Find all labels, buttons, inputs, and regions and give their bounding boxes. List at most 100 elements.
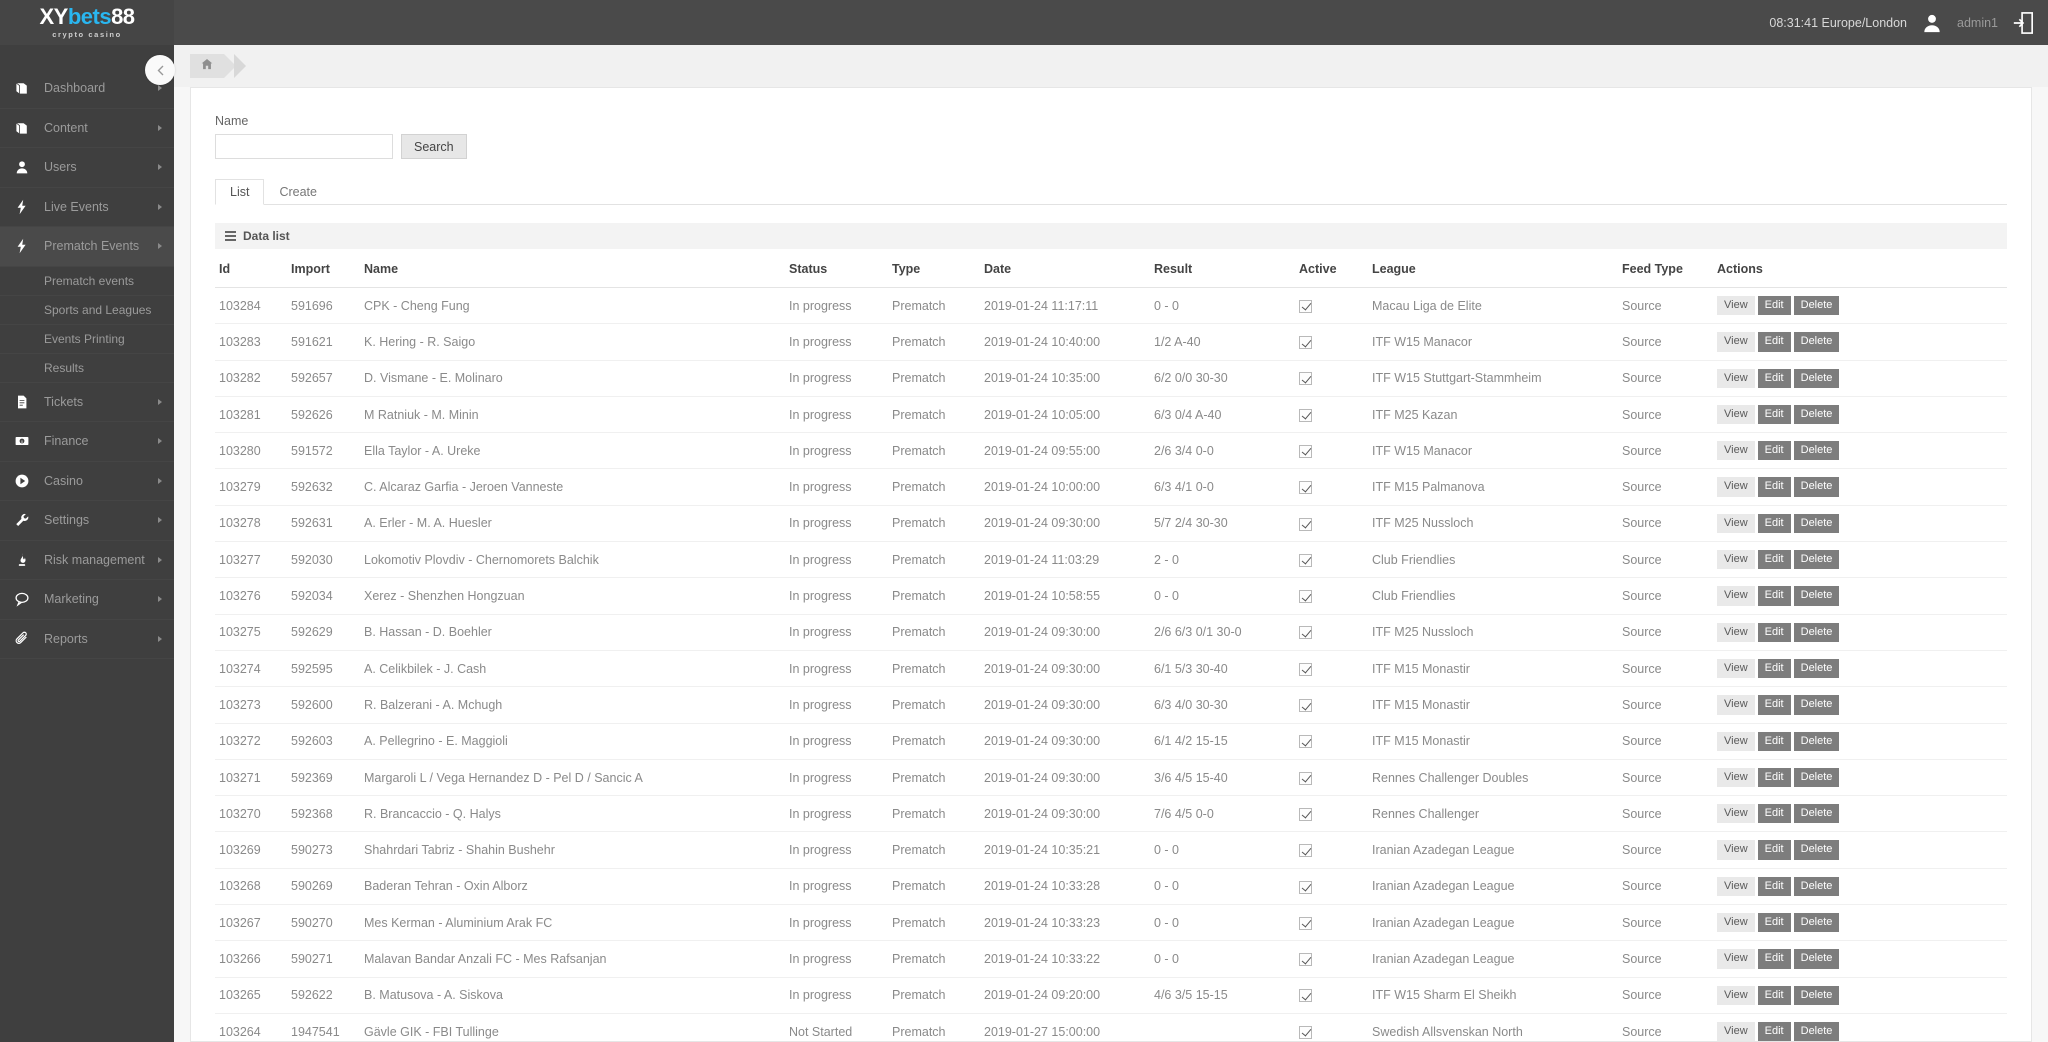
sidebar-item-finance[interactable]: 0 Finance (0, 422, 174, 462)
view-button[interactable]: View (1717, 622, 1755, 642)
view-button[interactable]: View (1717, 441, 1755, 461)
logout-icon[interactable] (2012, 11, 2034, 35)
view-button[interactable]: View (1717, 477, 1755, 497)
delete-button[interactable]: Delete (1793, 804, 1840, 824)
sidebar-subitem-results[interactable]: Results (0, 354, 174, 383)
tab-create[interactable]: Create (264, 179, 332, 205)
active-checkbox[interactable] (1299, 408, 1312, 422)
delete-button[interactable]: Delete (1793, 913, 1840, 933)
active-checkbox[interactable] (1299, 517, 1312, 531)
delete-button[interactable]: Delete (1793, 513, 1840, 534)
active-checkbox[interactable] (1299, 662, 1312, 676)
view-button[interactable]: View (1717, 404, 1755, 425)
delete-button[interactable]: Delete (1793, 586, 1840, 606)
sidebar-subitem-prematch-events[interactable]: Prematch events (0, 267, 174, 296)
delete-button[interactable]: Delete (1793, 695, 1840, 715)
sidebar-item-reports[interactable]: Reports (0, 620, 174, 659)
sidebar-item-casino[interactable]: Casino (0, 462, 174, 501)
view-button[interactable]: View (1717, 1021, 1755, 1042)
active-checkbox[interactable] (1299, 844, 1312, 858)
view-button[interactable]: View (1717, 332, 1755, 352)
delete-button[interactable]: Delete (1793, 658, 1840, 679)
active-checkbox[interactable] (1299, 481, 1312, 495)
active-checkbox[interactable] (1299, 444, 1312, 458)
edit-button[interactable]: Edit (1757, 767, 1791, 788)
edit-button[interactable]: Edit (1757, 731, 1791, 751)
sidebar-item-marketing[interactable]: Marketing (0, 580, 174, 620)
active-checkbox[interactable] (1299, 336, 1312, 350)
edit-button[interactable]: Edit (1757, 840, 1791, 860)
edit-button[interactable]: Edit (1757, 296, 1791, 316)
sidebar-item-prematch-events[interactable]: Prematch Events (0, 227, 174, 267)
view-button[interactable]: View (1717, 658, 1755, 679)
view-button[interactable]: View (1717, 586, 1755, 606)
active-checkbox[interactable] (1299, 699, 1312, 713)
edit-button[interactable]: Edit (1757, 586, 1791, 606)
active-checkbox[interactable] (1299, 916, 1312, 930)
active-checkbox[interactable] (1299, 771, 1312, 785)
delete-button[interactable]: Delete (1793, 550, 1840, 570)
sidebar-item-risk-management[interactable]: Risk management (0, 541, 174, 580)
delete-button[interactable]: Delete (1793, 876, 1840, 897)
edit-button[interactable]: Edit (1757, 441, 1791, 461)
view-button[interactable]: View (1717, 695, 1755, 715)
sidebar-item-users[interactable]: Users (0, 148, 174, 188)
active-checkbox[interactable] (1299, 880, 1312, 894)
sidebar-item-tickets[interactable]: Tickets (0, 383, 174, 422)
active-checkbox[interactable] (1299, 807, 1312, 821)
view-button[interactable]: View (1717, 368, 1755, 388)
delete-button[interactable]: Delete (1793, 441, 1840, 461)
active-checkbox[interactable] (1299, 553, 1312, 567)
view-button[interactable]: View (1717, 949, 1755, 969)
active-checkbox[interactable] (1299, 989, 1312, 1003)
tab-list[interactable]: List (215, 179, 265, 205)
delete-button[interactable]: Delete (1793, 1021, 1840, 1042)
delete-button[interactable]: Delete (1793, 368, 1840, 388)
view-button[interactable]: View (1717, 985, 1755, 1005)
search-button[interactable]: Search (401, 134, 467, 159)
sidebar-item-content[interactable]: Content (0, 109, 174, 148)
active-checkbox[interactable] (1299, 735, 1312, 749)
view-button[interactable]: View (1717, 913, 1755, 933)
edit-button[interactable]: Edit (1757, 695, 1791, 715)
view-button[interactable]: View (1717, 731, 1755, 751)
view-button[interactable]: View (1717, 767, 1755, 788)
sidebar-item-settings[interactable]: Settings (0, 501, 174, 541)
sidebar-collapse-toggle[interactable] (145, 55, 175, 85)
edit-button[interactable]: Edit (1757, 804, 1791, 824)
view-button[interactable]: View (1717, 804, 1755, 824)
name-search-input[interactable] (215, 134, 393, 159)
sidebar-subitem-events-printing[interactable]: Events Printing (0, 325, 174, 354)
active-checkbox[interactable] (1299, 1025, 1312, 1039)
edit-button[interactable]: Edit (1757, 404, 1791, 425)
delete-button[interactable]: Delete (1793, 767, 1840, 788)
active-checkbox[interactable] (1299, 299, 1312, 313)
view-button[interactable]: View (1717, 296, 1755, 316)
active-checkbox[interactable] (1299, 372, 1312, 386)
edit-button[interactable]: Edit (1757, 985, 1791, 1005)
delete-button[interactable]: Delete (1793, 404, 1840, 425)
edit-button[interactable]: Edit (1757, 368, 1791, 388)
delete-button[interactable]: Delete (1793, 477, 1840, 497)
delete-button[interactable]: Delete (1793, 622, 1840, 642)
edit-button[interactable]: Edit (1757, 876, 1791, 897)
edit-button[interactable]: Edit (1757, 1021, 1791, 1042)
edit-button[interactable]: Edit (1757, 913, 1791, 933)
view-button[interactable]: View (1717, 876, 1755, 897)
delete-button[interactable]: Delete (1793, 332, 1840, 352)
delete-button[interactable]: Delete (1793, 296, 1840, 316)
delete-button[interactable]: Delete (1793, 949, 1840, 969)
edit-button[interactable]: Edit (1757, 332, 1791, 352)
edit-button[interactable]: Edit (1757, 550, 1791, 570)
view-button[interactable]: View (1717, 550, 1755, 570)
edit-button[interactable]: Edit (1757, 949, 1791, 969)
active-checkbox[interactable] (1299, 953, 1312, 967)
delete-button[interactable]: Delete (1793, 840, 1840, 860)
edit-button[interactable]: Edit (1757, 658, 1791, 679)
sidebar-subitem-sports-and-leagues[interactable]: Sports and Leagues (0, 296, 174, 325)
sidebar-item-live-events[interactable]: Live Events (0, 188, 174, 227)
edit-button[interactable]: Edit (1757, 513, 1791, 534)
delete-button[interactable]: Delete (1793, 985, 1840, 1005)
edit-button[interactable]: Edit (1757, 477, 1791, 497)
active-checkbox[interactable] (1299, 590, 1312, 604)
